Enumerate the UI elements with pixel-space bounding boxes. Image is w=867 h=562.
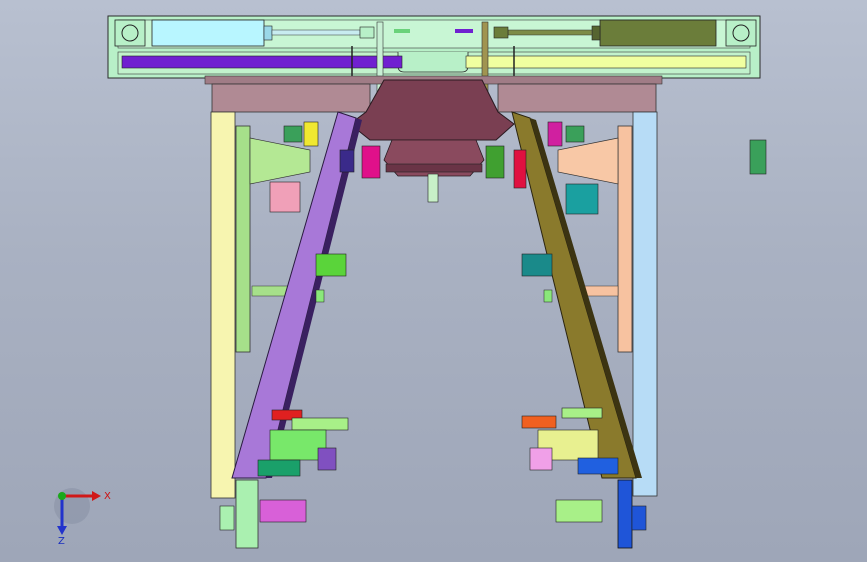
left-main-column[interactable]	[210, 111, 236, 499]
gripper-jaw-left[interactable]	[269, 429, 327, 461]
left-cylinder-rod	[271, 29, 361, 36]
green-clamp-upper-left[interactable]	[283, 125, 303, 143]
magenta-motor-left[interactable]	[259, 499, 307, 523]
green-motor-right[interactable]	[555, 499, 603, 523]
left-air-cylinder[interactable]	[151, 19, 265, 47]
right-inner-plate[interactable]	[617, 125, 633, 353]
triad-x-label: X	[104, 491, 111, 502]
magenta-clamp-right[interactable]	[547, 121, 563, 147]
right-rod-clevis	[493, 26, 509, 39]
right-cone-fitting[interactable]	[557, 137, 619, 185]
green-gripper-right[interactable]	[749, 139, 767, 175]
left-cone-fitting[interactable]	[249, 137, 311, 185]
left-rod-clevis	[359, 26, 375, 39]
left-bottom-column[interactable]	[235, 479, 259, 549]
red-block-right[interactable]	[513, 149, 527, 189]
cad-model-drawing[interactable]: X Z	[0, 0, 867, 562]
purple-jaw-left[interactable]	[317, 447, 337, 471]
right-bottom-column[interactable]	[617, 479, 633, 549]
left-inner-plate[interactable]	[235, 125, 251, 353]
right-cylinder-rod	[507, 29, 593, 36]
orange-actuator-right[interactable]	[521, 415, 557, 429]
blue-cylinder-right[interactable]	[577, 457, 619, 475]
teal-cylinder-left[interactable]	[257, 459, 301, 477]
triad-y-axis-dot	[58, 492, 66, 500]
center-hub[interactable]	[349, 79, 515, 141]
cad-viewport[interactable]: X Z	[0, 0, 867, 562]
triad-x-arrow	[92, 491, 101, 501]
teal-motor-mid-right[interactable]	[521, 253, 553, 277]
rail-end-block-right[interactable]	[725, 19, 757, 47]
magenta-block-left[interactable]	[361, 145, 381, 179]
center-sensor[interactable]	[427, 173, 439, 203]
teal-valve-right[interactable]	[565, 183, 599, 215]
purple-guide-bar[interactable]	[121, 55, 403, 69]
bottom-flange-right	[631, 505, 647, 531]
triad-z-arrow	[57, 526, 67, 535]
axis-triad: X Z	[54, 488, 111, 547]
yellow-guide-bar[interactable]	[465, 55, 747, 69]
left-cylinder-cap	[263, 25, 273, 41]
top-rail-center-notch	[397, 52, 469, 73]
right-main-column[interactable]	[632, 111, 658, 497]
green-clamp-upper-right[interactable]	[565, 125, 585, 143]
triad-z-label: Z	[58, 536, 65, 547]
green-block-right[interactable]	[485, 145, 505, 179]
right-air-cylinder[interactable]	[599, 19, 717, 47]
left-cross-beam[interactable]	[211, 83, 371, 113]
green-plate-left[interactable]	[291, 417, 349, 431]
right-cylinder-cap	[591, 25, 601, 41]
sensor-mark-purple	[455, 29, 473, 33]
sensor-mark-green	[394, 29, 410, 33]
center-bracket-foot	[385, 163, 483, 173]
green-plate-right[interactable]	[561, 407, 603, 419]
rail-end-block-left[interactable]	[114, 19, 146, 47]
green-small-block-left	[315, 289, 325, 303]
pink-jaw-right[interactable]	[529, 447, 553, 471]
dark-gripper-left[interactable]	[339, 149, 355, 173]
green-small-block-right	[543, 289, 553, 303]
right-cross-beam[interactable]	[497, 83, 657, 113]
bottom-flange-left	[219, 505, 235, 531]
pink-valve-left[interactable]	[269, 181, 301, 213]
green-motor-mid-left[interactable]	[315, 253, 347, 277]
yellow-clamp-left[interactable]	[303, 121, 319, 147]
